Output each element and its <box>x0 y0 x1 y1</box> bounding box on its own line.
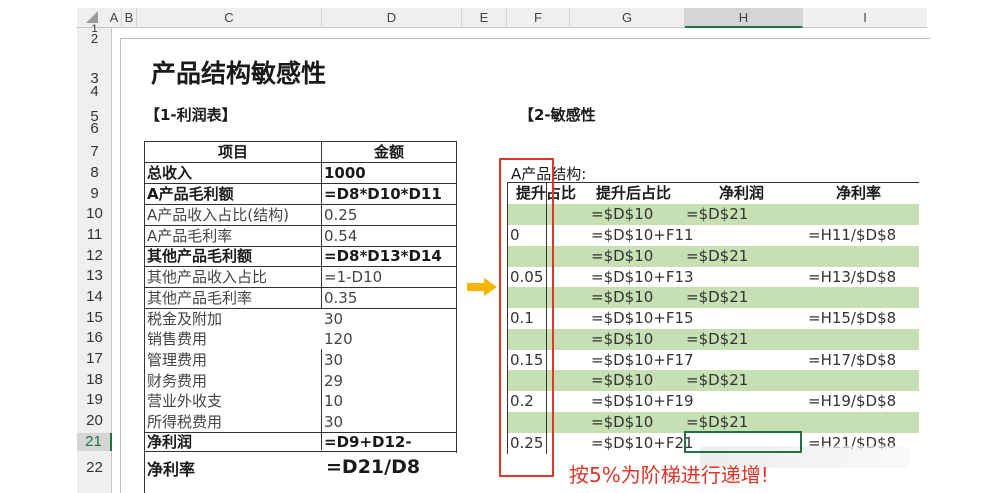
profit-amount[interactable]: 120 <box>322 329 457 350</box>
row-header[interactable]: 20 <box>77 412 112 430</box>
row-header[interactable]: 15 <box>77 309 112 327</box>
row-header[interactable]: 10 <box>77 205 112 223</box>
column-header-c[interactable]: C <box>137 8 322 28</box>
column-header-f[interactable]: F <box>507 8 570 28</box>
profit-amount[interactable]: 0.25 <box>322 205 457 226</box>
profit-item[interactable]: 总收入 <box>145 163 322 184</box>
sens-g[interactable]: =$D$10 <box>591 287 653 307</box>
profit-amount[interactable]: =D9+D12-SUM(D <box>322 432 457 453</box>
sens-h[interactable]: =$D$21 <box>686 412 748 432</box>
section-title-profit: 【1-利润表】 <box>145 106 237 124</box>
row-header[interactable]: 19 <box>77 391 112 409</box>
active-cell-selection[interactable] <box>684 431 802 453</box>
sens-header-after[interactable]: 提升后占比 <box>596 183 671 203</box>
row-header[interactable]: 13 <box>77 267 112 285</box>
row-header[interactable]: 22 <box>77 459 112 477</box>
profit-header-amount[interactable]: 金额 <box>322 142 457 163</box>
profit-item[interactable]: A产品收入占比(结构) <box>145 205 322 226</box>
sens-g[interactable]: =$D$10 <box>591 370 653 390</box>
profit-amount[interactable]: 29 <box>322 371 457 392</box>
sens-g[interactable]: =$D$10+F11 <box>591 225 694 245</box>
profit-header-item[interactable]: 项目 <box>145 142 322 163</box>
row-header[interactable]: 21 <box>77 433 112 451</box>
column-header-e[interactable]: E <box>462 8 507 28</box>
sens-h[interactable]: =$D$21 <box>686 329 748 349</box>
arrow-right-icon <box>467 278 497 296</box>
sens-h[interactable]: =$D$21 <box>686 246 748 266</box>
row-header[interactable]: 14 <box>77 288 112 306</box>
page-title: 产品结构敏感性 <box>151 59 327 88</box>
sens-h[interactable]: =$D$21 <box>686 204 748 224</box>
profit-item[interactable]: 所得税费用 <box>145 412 322 433</box>
profit-item[interactable]: 税金及附加 <box>145 309 322 330</box>
sens-i[interactable]: =H15/$D$8 <box>808 308 896 328</box>
profit-item[interactable]: 销售费用 <box>145 329 322 350</box>
profit-item[interactable]: 其他产品毛利率 <box>145 288 322 309</box>
profit-item[interactable]: 其他产品收入占比 <box>145 267 322 288</box>
row-header[interactable]: 6 <box>77 121 112 136</box>
row-header[interactable]: 12 <box>77 247 112 265</box>
profit-amount[interactable]: 1000 <box>322 163 457 184</box>
sens-header-margin[interactable]: 净利率 <box>836 183 881 203</box>
sens-g[interactable]: =$D$10 <box>591 246 653 266</box>
profit-item[interactable]: 财务费用 <box>145 371 322 392</box>
profit-amount[interactable]: 30 <box>322 350 457 371</box>
sens-header-profit[interactable]: 净利润 <box>719 183 764 203</box>
column-header-bar: A B C D E F G H I <box>77 8 927 28</box>
profit-amount[interactable]: =D8*D13*D14 <box>322 246 457 267</box>
sens-g[interactable]: =$D$10+F17 <box>591 350 694 370</box>
column-header-d[interactable]: D <box>322 8 462 28</box>
sens-i[interactable]: =H19/$D$8 <box>808 391 896 411</box>
sens-i[interactable]: =H17/$D$8 <box>808 350 896 370</box>
row-header[interactable]: 18 <box>77 371 112 389</box>
profit-item[interactable]: 管理费用 <box>145 350 322 371</box>
sens-g[interactable]: =$D$10 <box>591 204 653 224</box>
sens-g[interactable]: =$D$10+F13 <box>591 267 694 287</box>
profit-item[interactable]: 其他产品毛利额 <box>145 246 322 267</box>
profit-amount[interactable]: 30 <box>322 309 457 330</box>
sens-g[interactable]: =$D$10+F15 <box>591 308 694 328</box>
sens-g[interactable]: =$D$10 <box>591 412 653 432</box>
profit-amount[interactable]: =1-D10 <box>322 267 457 288</box>
row-header[interactable]: 11 <box>77 226 112 244</box>
profit-item[interactable]: 营业外收支 <box>145 391 322 412</box>
sens-i[interactable]: =H11/$D$8 <box>808 225 896 245</box>
sens-h[interactable]: =$D$21 <box>686 287 748 307</box>
sens-g[interactable]: =$D$10 <box>591 329 653 349</box>
column-header-i[interactable]: I <box>803 8 927 28</box>
column-header-b[interactable]: B <box>122 8 137 28</box>
profit-amount[interactable]: 30 <box>322 412 457 433</box>
row-header[interactable]: 4 <box>77 84 112 99</box>
sens-g[interactable]: =$D$10+F19 <box>591 391 694 411</box>
select-all-corner-icon[interactable] <box>86 11 98 23</box>
sens-i[interactable]: =H13/$D$8 <box>808 267 896 287</box>
profit-amount[interactable]: =D8*D10*D11 <box>322 184 457 205</box>
row-header[interactable]: 7 <box>77 143 112 161</box>
profit-item[interactable]: 净利率 <box>147 456 195 480</box>
profit-item[interactable]: A产品毛利率 <box>145 226 322 247</box>
row-header[interactable]: 2 <box>77 32 112 45</box>
section-title-sensitivity: 【2-敏感性 <box>519 106 596 124</box>
profit-amount[interactable]: =D21/D8 <box>326 456 420 478</box>
row-header[interactable]: 8 <box>77 164 112 182</box>
row-header[interactable]: 16 <box>77 329 112 347</box>
annotation-text: 按5%为阶梯进行递增! <box>569 463 769 487</box>
profit-item[interactable]: A产品毛利额 <box>145 184 322 205</box>
column-header-h[interactable]: H <box>685 8 803 28</box>
sens-h[interactable]: =$D$21 <box>686 370 748 390</box>
highlight-box <box>499 158 554 477</box>
sens-g[interactable]: =$D$10+F21 <box>591 433 694 453</box>
profit-amount[interactable]: 10 <box>322 391 457 412</box>
row-header[interactable]: 17 <box>77 350 112 368</box>
profit-amount[interactable]: 0.54 <box>322 226 457 247</box>
row-header[interactable]: 9 <box>77 185 112 203</box>
profit-item[interactable]: 净利润 <box>145 432 322 453</box>
profit-amount[interactable]: 0.35 <box>322 288 457 309</box>
column-header-g[interactable]: G <box>570 8 685 28</box>
